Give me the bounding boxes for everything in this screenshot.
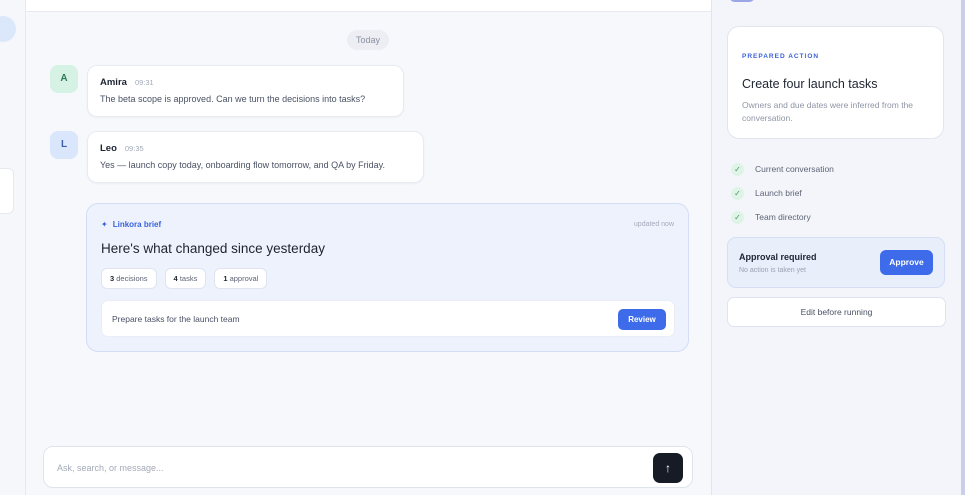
prepared-action-card: PREPARED ACTION Create four launch tasks…	[727, 26, 944, 139]
source-label: Current conversation	[755, 164, 834, 174]
source-item: ✓ Launch brief	[731, 181, 834, 205]
prepared-description: Owners and due dates were inferred from …	[742, 100, 914, 123]
approval-chip[interactable]: 1 approval	[214, 268, 268, 289]
brief-title: Here's what changed since yesterday	[101, 241, 325, 256]
tasks-chip[interactable]: 4 tasks	[164, 268, 207, 289]
message-text: The beta scope is approved. Can we turn …	[100, 94, 366, 104]
avatar[interactable]: A	[50, 65, 78, 93]
message-time: 09:31	[134, 78, 154, 87]
sparkle-icon: ✦	[101, 220, 108, 229]
approve-button[interactable]: Approve	[880, 250, 933, 275]
message-input[interactable]	[57, 459, 617, 477]
side-top-tab[interactable]	[729, 0, 755, 2]
message-text: Yes — launch copy today, onboarding flow…	[100, 160, 385, 170]
brief-action-row: Prepare tasks for the launch team Review	[101, 300, 675, 337]
brief-updated: updated now	[633, 221, 674, 228]
decisions-chip[interactable]: 3 decisions	[101, 268, 157, 289]
check-icon: ✓	[731, 186, 744, 200]
prepared-label: PREPARED ACTION	[742, 53, 820, 60]
day-separator: Today	[347, 30, 390, 50]
side-edge	[961, 0, 965, 495]
source-label: Launch brief	[755, 188, 802, 198]
source-item: ✓ Team directory	[731, 205, 834, 229]
message-author[interactable]: Amira	[100, 77, 127, 88]
message-time: 09:35	[124, 144, 144, 153]
prepared-title: Create four launch tasks	[742, 77, 878, 91]
rail-nav-dot[interactable]	[0, 16, 16, 42]
approval-box: Approval required No action is taken yet…	[727, 237, 945, 288]
review-button[interactable]: Review	[618, 309, 666, 330]
composer: ↑	[43, 446, 693, 488]
check-icon: ✓	[731, 210, 744, 224]
avatar[interactable]: L	[50, 131, 78, 159]
message-bubble: Amira 09:31 The beta scope is approved. …	[87, 65, 404, 117]
message-author[interactable]: Leo	[100, 143, 117, 154]
message-bubble: Leo 09:35 Yes — launch copy today, onboa…	[87, 131, 424, 183]
brief-label-text: Linkora brief	[112, 220, 162, 229]
source-label: Team directory	[755, 212, 811, 222]
check-icon: ✓	[731, 162, 744, 176]
brief-label: ✦ Linkora brief	[101, 220, 161, 229]
brief-action-text: Prepare tasks for the launch team	[112, 314, 240, 324]
send-button[interactable]: ↑	[653, 453, 683, 483]
edit-before-running-button[interactable]: Edit before running	[727, 297, 946, 327]
source-item: ✓ Current conversation	[731, 157, 834, 181]
approval-subtitle: No action is taken yet	[739, 267, 806, 274]
chat-topbar	[26, 0, 711, 12]
side-panel: PREPARED ACTION Create four launch tasks…	[711, 0, 965, 495]
brief-card: ✦ Linkora brief updated now Here's what …	[86, 203, 689, 352]
source-list: ✓ Current conversation ✓ Launch brief ✓ …	[731, 157, 834, 229]
brief-chips: 3 decisions 4 tasks 1 approval	[101, 268, 268, 289]
rail-card[interactable]	[0, 168, 14, 214]
chat-panel: Today A Amira 09:31 The beta scope is ap…	[26, 0, 711, 495]
left-rail	[0, 0, 26, 495]
approval-title: Approval required	[739, 252, 817, 262]
arrow-up-icon: ↑	[665, 461, 671, 475]
